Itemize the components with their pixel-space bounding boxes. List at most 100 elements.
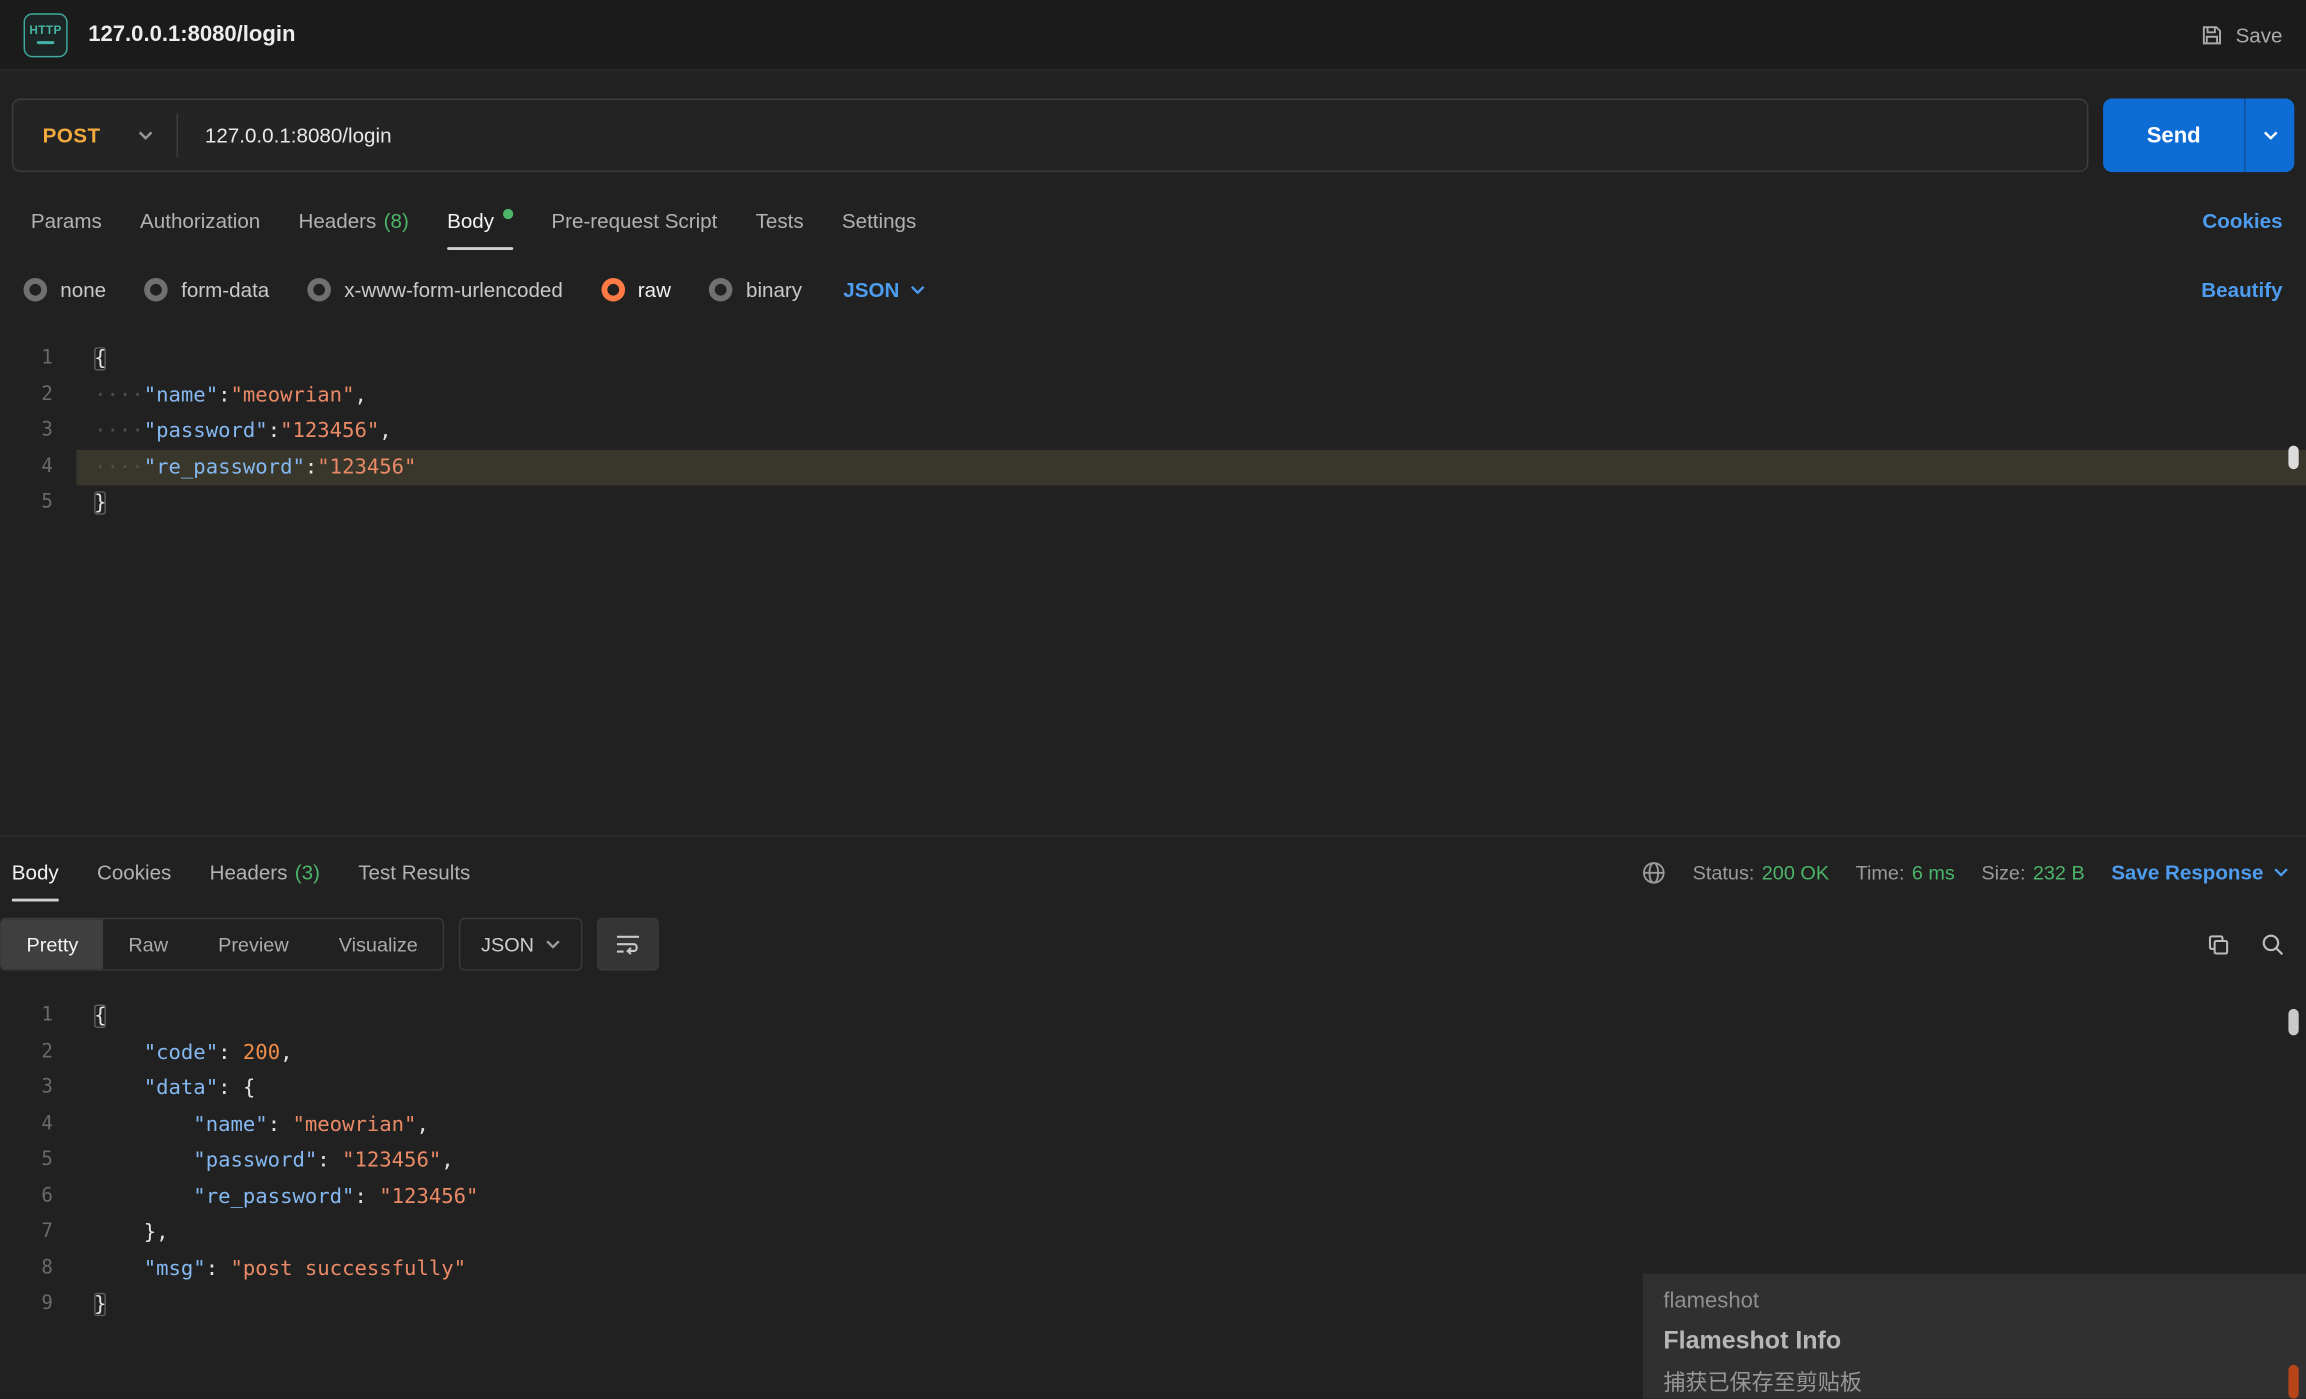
response-tab-headers[interactable]: Headers(3): [190, 837, 339, 908]
radio-icon: [144, 278, 168, 302]
http-request-icon: HTTP: [24, 13, 68, 57]
request-tab-pre-request-script[interactable]: Pre-request Script: [532, 185, 736, 256]
request-body-editor[interactable]: 1{2····"name":"meowrian",3····"password"…: [0, 324, 2306, 836]
overlay-scrollbar[interactable]: [2288, 1365, 2298, 1399]
request-url-bar: POST Send: [0, 71, 2306, 186]
line-number: 3: [0, 1071, 76, 1107]
send-options-button[interactable]: [2244, 99, 2294, 173]
body-mode-binary[interactable]: binary: [709, 278, 802, 302]
radio-icon: [601, 278, 625, 302]
body-mode-x-www-form-urlencoded[interactable]: x-www-form-urlencoded: [307, 278, 562, 302]
body-mode-none[interactable]: none: [24, 278, 107, 302]
response-tab-test-results[interactable]: Test Results: [339, 837, 489, 908]
response-view-tabs: PrettyRawPreviewVisualize: [0, 918, 444, 971]
response-tabs: Body CookiesHeaders(3)Test Results Status…: [0, 837, 2306, 908]
response-actions: [2206, 932, 2285, 957]
token-key: "name": [193, 1113, 267, 1137]
status-label: Status:: [1693, 861, 1755, 883]
code-text: {: [76, 999, 2306, 1035]
token-num: 200: [243, 1041, 280, 1065]
whitespace: [94, 1113, 193, 1137]
body-mode-raw[interactable]: raw: [601, 278, 671, 302]
method-selector[interactable]: POST: [13, 100, 177, 171]
response-tab-cookies[interactable]: Cookies: [78, 837, 191, 908]
magnifier-icon: [2260, 932, 2285, 957]
code-text: ····"password":"123456",: [76, 413, 2306, 449]
http-badge-label: HTTP: [29, 25, 61, 37]
line-number: 5: [0, 485, 76, 521]
editor-line: 1{: [0, 999, 2306, 1035]
line-number: 5: [0, 1143, 76, 1179]
save-response-label: Save Response: [2111, 860, 2263, 884]
response-view-pretty[interactable]: Pretty: [1, 919, 103, 969]
radio-icon: [709, 278, 733, 302]
whitespace: ····: [94, 455, 144, 479]
copy-icon: [2206, 932, 2231, 957]
editor-line: 3 "data": {: [0, 1071, 2306, 1107]
token-brace: }: [94, 1293, 106, 1317]
token-key: "password": [193, 1149, 317, 1173]
code-text: "name": "meowrian",: [76, 1107, 2306, 1143]
response-status: Status: 200 OK: [1693, 861, 1829, 883]
mode-label: form-data: [181, 278, 269, 302]
save-button[interactable]: Save: [2200, 23, 2282, 47]
tab-count: (3): [295, 860, 320, 884]
url-input[interactable]: [178, 100, 2086, 171]
whitespace: [94, 1077, 144, 1101]
editor-line: 6 "re_password": "123456": [0, 1179, 2306, 1215]
code-text: }: [76, 485, 2306, 521]
token-punc: : {: [218, 1077, 255, 1101]
response-view-visualize[interactable]: Visualize: [314, 919, 443, 969]
request-tabs-list: ParamsAuthorization Headers (8) BodyPre-req…: [12, 185, 936, 256]
response-language-selector[interactable]: JSON: [459, 918, 583, 971]
response-tab-body[interactable]: Body: [0, 837, 78, 908]
network-button[interactable]: [1641, 860, 1666, 885]
code-text: ····"name":"meowrian",: [76, 377, 2306, 413]
floppy-icon: [2200, 23, 2224, 47]
beautify-link[interactable]: Beautify: [2201, 278, 2282, 302]
cookies-link[interactable]: Cookies: [2197, 209, 2289, 233]
save-response-button[interactable]: Save Response: [2111, 860, 2288, 884]
response-meta: Status: 200 OK Time: 6 ms Size: 232 B Sa…: [1641, 860, 2288, 885]
response-section: Body CookiesHeaders(3)Test Results Status…: [0, 835, 2306, 1329]
language-selector[interactable]: JSON: [843, 278, 924, 302]
request-tab-body[interactable]: Body: [428, 185, 532, 256]
request-editor-scrollbar[interactable]: [2288, 446, 2298, 470]
method-label: POST: [43, 124, 101, 148]
language-label: JSON: [843, 278, 899, 302]
response-view-raw[interactable]: Raw: [103, 919, 193, 969]
editor-line: 7 },: [0, 1215, 2306, 1251]
body-mode-form-data[interactable]: form-data: [144, 278, 269, 302]
send-button[interactable]: Send: [2103, 99, 2244, 173]
token-str: "meowrian": [231, 383, 355, 407]
token-punc: :: [218, 1041, 243, 1065]
token-key: "re_password": [144, 455, 305, 479]
token-str: "123456": [280, 419, 379, 443]
line-number: 4: [0, 1107, 76, 1143]
request-tab-params[interactable]: Params: [12, 185, 121, 256]
wrap-text-button[interactable]: [597, 918, 659, 971]
editor-line: 2 "code": 200,: [0, 1035, 2306, 1071]
token-key: "name": [144, 383, 218, 407]
copy-response-button[interactable]: [2206, 932, 2231, 957]
request-tab-authorization[interactable]: Authorization: [121, 185, 279, 256]
whitespace: [94, 1221, 144, 1245]
editor-line: 3····"password":"123456",: [0, 413, 2306, 449]
flameshot-heading: Flameshot Info: [1663, 1327, 2306, 1356]
line-number: 3: [0, 413, 76, 449]
token-punc: },: [144, 1221, 169, 1245]
token-punc: :: [305, 455, 317, 479]
chevron-down-icon: [546, 940, 561, 949]
request-tab-headers[interactable]: Headers (8): [279, 185, 428, 256]
search-response-button[interactable]: [2260, 932, 2285, 957]
tab-label: Headers: [298, 209, 376, 233]
response-view-preview[interactable]: Preview: [193, 919, 314, 969]
editor-line: 5}: [0, 485, 2306, 521]
request-tab-tests[interactable]: Tests: [736, 185, 822, 256]
tab-count: (8): [384, 209, 409, 233]
tab-label: Body: [12, 860, 59, 884]
response-editor-scrollbar[interactable]: [2288, 1009, 2298, 1035]
request-tab-settings[interactable]: Settings: [823, 185, 936, 256]
code-text: },: [76, 1215, 2306, 1251]
time-value: 6 ms: [1912, 861, 1955, 883]
